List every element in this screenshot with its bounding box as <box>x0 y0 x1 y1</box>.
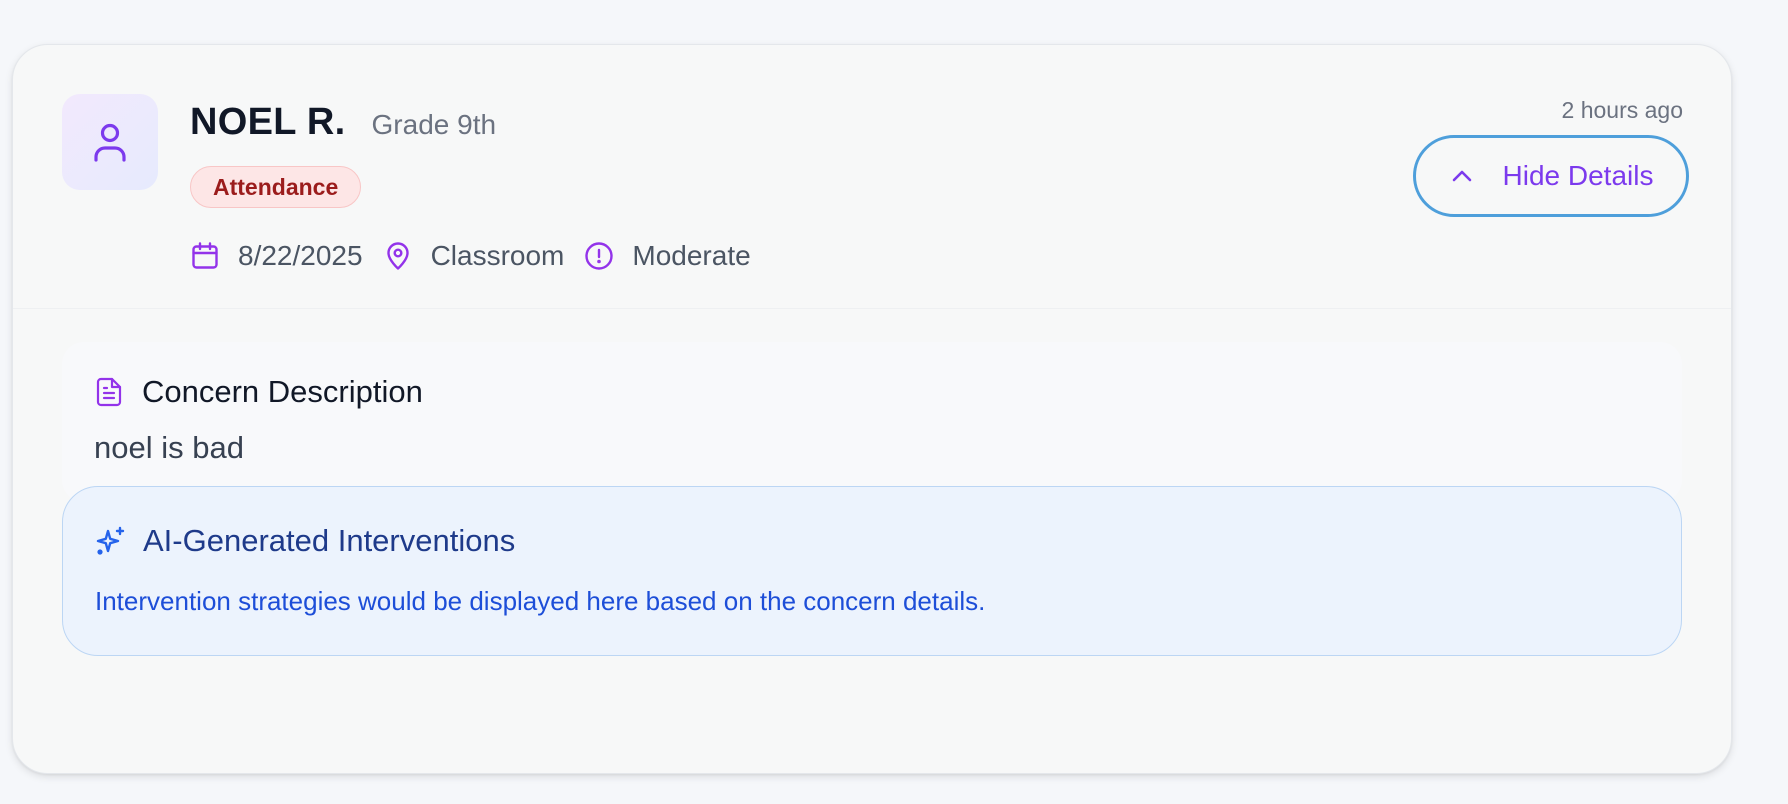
concern-description-text: noel is bad <box>94 430 244 465</box>
map-pin-icon <box>383 241 413 271</box>
calendar-icon <box>190 241 220 271</box>
hide-details-label: Hide Details <box>1502 160 1654 191</box>
concern-date: 8/22/2025 <box>238 240 363 271</box>
avatar <box>62 94 158 190</box>
student-grade: Grade 9th <box>371 109 497 140</box>
ai-interventions-panel: AI-Generated Interventions Intervention … <box>62 486 1682 656</box>
sparkles-icon <box>95 525 127 557</box>
card-header: NOEL R. Grade 9th Attendance 8/22/2025 C… <box>13 45 1731 309</box>
chevron-up-icon <box>1449 163 1475 189</box>
timestamp: 2 hours ago <box>1561 97 1683 123</box>
concern-description-panel: Concern Description noel is bad <box>62 342 1682 502</box>
concern-location: Classroom <box>430 240 565 271</box>
ai-interventions-title: AI-Generated Interventions <box>143 523 516 558</box>
hide-details-button[interactable]: Hide Details <box>1413 135 1689 217</box>
concern-card: NOEL R. Grade 9th Attendance 8/22/2025 C… <box>12 44 1732 774</box>
category-badge: Attendance <box>190 166 362 208</box>
concern-description-heading: Concern Description <box>94 374 423 410</box>
concern-meta: 8/22/2025 Classroom Moderate <box>190 236 751 276</box>
student-name: NOEL R. <box>190 101 346 143</box>
student-heading: NOEL R. Grade 9th <box>190 101 496 144</box>
ai-interventions-text: Intervention strategies would be display… <box>95 586 986 616</box>
concern-severity: Moderate <box>632 240 751 271</box>
alert-circle-icon <box>584 241 614 271</box>
document-icon <box>94 377 124 407</box>
user-icon <box>92 122 128 162</box>
ai-interventions-heading: AI-Generated Interventions <box>95 523 515 559</box>
concern-description-title: Concern Description <box>142 374 423 409</box>
